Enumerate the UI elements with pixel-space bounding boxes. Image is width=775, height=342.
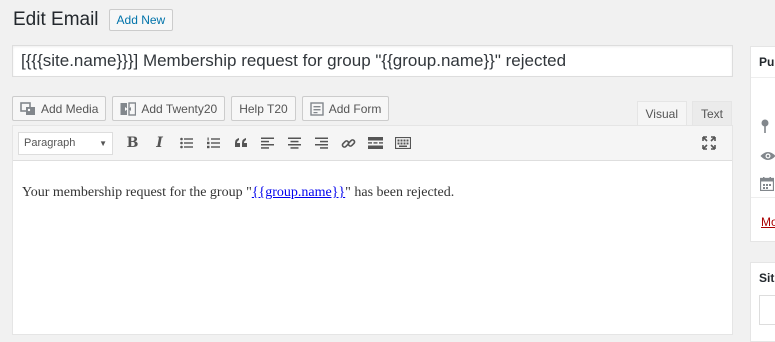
publish-box: Pu Mo: [750, 46, 775, 242]
add-twenty20-button[interactable]: Add Twenty20: [112, 96, 226, 121]
content-link[interactable]: {{group.name}}: [252, 185, 345, 200]
post-title-input[interactable]: [{{{site.name}}}] Membership request for…: [12, 45, 733, 77]
calendar-icon: [759, 177, 775, 196]
fullscreen-icon: [701, 136, 716, 150]
side-field[interactable]: [759, 295, 775, 325]
bold-icon: B: [126, 135, 139, 151]
pin-icon: [760, 119, 770, 138]
blockquote-icon: [234, 138, 247, 147]
media-buttons: Add Media Add Twenty20 Help T20 Add Form: [12, 96, 390, 121]
form-icon: [310, 101, 324, 116]
move-to-trash-link[interactable]: Mo: [761, 215, 775, 229]
align-center-icon: [288, 137, 301, 149]
bold-button[interactable]: B: [119, 130, 146, 156]
keyboard-icon: [394, 137, 411, 149]
align-right-icon: [315, 137, 328, 149]
align-center-button[interactable]: [281, 130, 308, 156]
chevron-down-icon: ▼: [99, 138, 107, 148]
second-side-box: Sit: [750, 262, 775, 342]
tab-visual[interactable]: Visual: [636, 101, 687, 126]
media-icon: [20, 101, 36, 116]
toolbar-toggle-button[interactable]: [389, 130, 416, 156]
read-more-button[interactable]: [362, 130, 389, 156]
editor-toolbar: Paragraph ▼ B I: [13, 126, 732, 161]
content-text-after: " has been rejected.: [345, 185, 455, 200]
numbered-list-button[interactable]: [200, 130, 227, 156]
fullscreen-button[interactable]: [695, 130, 722, 156]
numbered-list-icon: [206, 137, 220, 149]
add-new-button[interactable]: Add New: [108, 9, 174, 31]
twenty20-icon: [120, 101, 137, 116]
eye-icon: [760, 149, 775, 167]
second-side-box-title: Sit: [759, 271, 775, 285]
align-left-icon: [261, 137, 274, 149]
insert-link-button[interactable]: [335, 130, 362, 156]
help-t20-label: Help T20: [239, 101, 288, 116]
add-form-label: Add Form: [328, 101, 382, 116]
content-text-before: Your membership request for the group ": [22, 185, 252, 200]
publish-box-divider: [751, 77, 775, 78]
publish-box-footer-divider: [751, 197, 775, 198]
editor: Paragraph ▼ B I Your membership request …: [12, 125, 733, 335]
page-title: Edit Email: [13, 9, 99, 30]
page-heading: Edit Email Add New: [13, 8, 174, 32]
format-select[interactable]: Paragraph ▼: [18, 131, 113, 155]
editor-content[interactable]: Your membership request for the group "{…: [13, 161, 732, 225]
help-t20-button[interactable]: Help T20: [231, 96, 296, 121]
read-more-icon: [368, 137, 383, 149]
align-right-button[interactable]: [308, 130, 335, 156]
link-icon: [341, 138, 356, 148]
add-twenty20-label: Add Twenty20: [141, 101, 218, 116]
italic-icon: I: [156, 135, 163, 151]
add-form-button[interactable]: Add Form: [301, 96, 390, 121]
tab-text[interactable]: Text: [691, 101, 732, 126]
add-media-label: Add Media: [41, 101, 99, 116]
publish-box-title: Pu: [759, 55, 775, 69]
bullet-list-button[interactable]: [173, 130, 200, 156]
format-select-value: Paragraph: [24, 137, 76, 149]
add-media-button[interactable]: Add Media: [12, 96, 107, 121]
bullet-list-icon: [179, 137, 193, 149]
align-left-button[interactable]: [254, 130, 281, 156]
editor-tabs: Visual Text: [632, 101, 732, 126]
italic-button[interactable]: I: [146, 130, 173, 156]
blockquote-button[interactable]: [227, 130, 254, 156]
